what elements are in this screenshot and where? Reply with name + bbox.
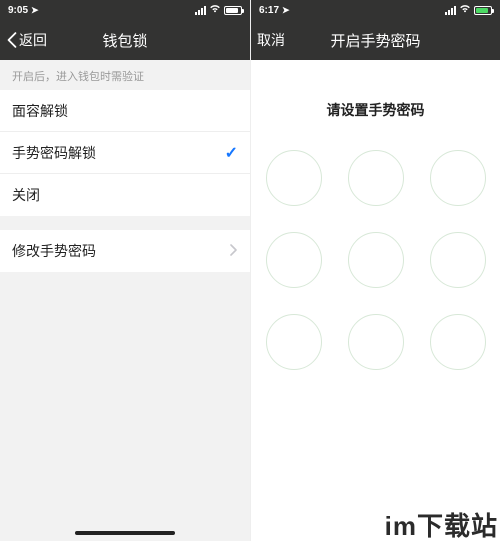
watermark: im下载站: [385, 513, 498, 539]
settings-body: 开启后，进入钱包时需验证 面容解锁 手势密码解锁 ✓ 关闭 修改手势密码: [0, 60, 250, 541]
status-bar: 9:05 ➤: [0, 0, 250, 20]
status-time: 6:17: [259, 5, 279, 16]
back-button[interactable]: 返回: [6, 30, 47, 50]
back-label: 返回: [19, 30, 47, 50]
option-gesture-unlock[interactable]: 手势密码解锁 ✓: [0, 132, 250, 174]
pattern-dot[interactable]: [430, 232, 486, 288]
status-time: 9:05: [8, 5, 28, 16]
option-off[interactable]: 关闭: [0, 174, 250, 216]
unlock-options: 面容解锁 手势密码解锁 ✓ 关闭: [0, 90, 250, 216]
option-label: 手势密码解锁: [12, 143, 96, 163]
wifi-icon: [459, 4, 471, 16]
battery-icon: [474, 6, 492, 15]
cancel-label: 取消: [257, 30, 285, 50]
option-face-unlock[interactable]: 面容解锁: [0, 90, 250, 132]
pattern-dot[interactable]: [266, 150, 322, 206]
pattern-dot[interactable]: [266, 314, 322, 370]
pattern-dot[interactable]: [430, 150, 486, 206]
chevron-right-icon: [230, 243, 238, 259]
home-indicator[interactable]: [75, 531, 175, 535]
pattern-dot[interactable]: [266, 232, 322, 288]
signal-icon: [195, 6, 206, 15]
nav-bar: 取消 开启手势密码: [251, 20, 500, 60]
cell-label: 修改手势密码: [12, 241, 96, 261]
pattern-dot[interactable]: [348, 314, 404, 370]
wifi-icon: [209, 4, 221, 16]
screen-set-gesture: 6:17 ➤ 取消 开启手势密码 请设置手势密码: [250, 0, 500, 541]
nav-bar: 返回 钱包锁: [0, 20, 250, 60]
screen-wallet-lock: 9:05 ➤ 返回 钱包锁 开启后，进入钱包时需验证 面容解锁: [0, 0, 250, 541]
pattern-dot[interactable]: [430, 314, 486, 370]
option-label: 面容解锁: [12, 101, 68, 121]
modify-gesture-password[interactable]: 修改手势密码: [0, 230, 250, 272]
location-icon: ➤: [31, 5, 39, 16]
gesture-body: 请设置手势密码: [251, 60, 500, 541]
pattern-dot[interactable]: [348, 232, 404, 288]
location-icon: ➤: [282, 5, 290, 16]
signal-icon: [445, 6, 456, 15]
gesture-instruction: 请设置手势密码: [327, 100, 425, 120]
chevron-left-icon: [6, 32, 18, 48]
section-hint: 开启后，进入钱包时需验证: [0, 60, 250, 90]
status-bar: 6:17 ➤: [251, 0, 500, 20]
option-label: 关闭: [12, 185, 40, 205]
cancel-button[interactable]: 取消: [257, 30, 285, 50]
battery-icon: [224, 6, 242, 15]
check-icon: ✓: [225, 143, 238, 163]
pattern-grid[interactable]: [266, 150, 486, 370]
nav-title: 开启手势密码: [251, 30, 500, 51]
pattern-dot[interactable]: [348, 150, 404, 206]
